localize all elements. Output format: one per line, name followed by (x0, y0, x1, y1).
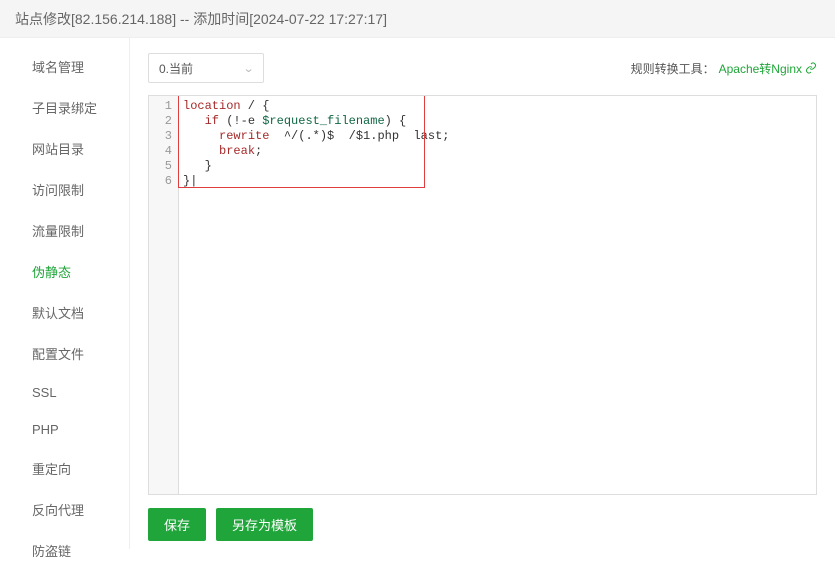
line-number: 2 (157, 114, 172, 129)
main-panel: 0.当前 ⌄ 规则转换工具： Apache转Nginx 123456 locat… (130, 38, 835, 549)
sidebar-item[interactable]: 流量限制 (0, 210, 129, 251)
save-button[interactable]: 保存 (148, 508, 206, 541)
convert-tool-link[interactable]: Apache转Nginx (719, 60, 817, 77)
sidebar: 域名管理子目录绑定网站目录访问限制流量限制伪静态默认文档配置文件 SSL PHP 重定… (0, 38, 130, 549)
code-line: location / { (183, 99, 812, 114)
sidebar-item[interactable]: 伪静态 (0, 251, 129, 292)
footer-buttons: 保存 另存为模板 (148, 508, 817, 541)
sidebar-item-label: 重定向 (32, 462, 71, 477)
line-number: 1 (157, 99, 172, 114)
sidebar-item-label: 网站目录 (32, 142, 84, 157)
line-number: 4 (157, 144, 172, 159)
sidebar-item[interactable]: 网站目录 (0, 128, 129, 169)
sidebar-item[interactable]: 访问限制 (0, 169, 129, 210)
code-line: break; (183, 144, 812, 159)
sidebar-item-label: PHP (32, 422, 59, 437)
sidebar-item[interactable]: 域名管理 (0, 46, 129, 87)
convert-tool: 规则转换工具： Apache转Nginx (631, 60, 817, 77)
code-line: if (!-e $request_filename) { (183, 114, 812, 129)
convert-tool-label: 规则转换工具： (631, 60, 715, 77)
dialog-header: 站点修改[82.156.214.188] -- 添加时间[2024-07-22 … (0, 0, 835, 38)
template-select[interactable]: 0.当前 ⌄ (148, 53, 264, 83)
sidebar-item-label: 域名管理 (32, 60, 84, 75)
sidebar-item-label: 伪静态 (32, 265, 71, 280)
code-line: rewrite ^/(.*)$ /$1.php last; (183, 129, 812, 144)
sidebar-item[interactable]: 子目录绑定 (0, 87, 129, 128)
sidebar-item-label: 访问限制 (32, 183, 84, 198)
dialog-title: 站点修改[82.156.214.188] -- 添加时间[2024-07-22 … (15, 9, 387, 29)
sidebar-item[interactable]: 重定向 (0, 448, 129, 489)
save-as-template-button[interactable]: 另存为模板 (216, 508, 313, 541)
code-line: }| (183, 174, 812, 189)
sidebar-item-label: 反向代理 (32, 503, 84, 518)
sidebar-item-label: 流量限制 (32, 224, 84, 239)
sidebar-item[interactable]: PHP (0, 411, 129, 448)
line-number: 3 (157, 129, 172, 144)
line-number: 6 (157, 174, 172, 189)
sidebar-item[interactable]: 防盗链 (0, 530, 129, 571)
sidebar-item[interactable]: 默认文档 (0, 292, 129, 333)
link-icon (805, 62, 817, 74)
convert-tool-link-text: Apache转Nginx (719, 60, 802, 77)
line-number: 5 (157, 159, 172, 174)
code-gutter: 123456 (149, 96, 179, 494)
sidebar-item-label: 子目录绑定 (32, 101, 97, 116)
code-editor[interactable]: 123456 location / { if (!-e $request_fil… (148, 95, 817, 495)
template-select-value: 0.当前 (159, 60, 193, 77)
chevron-down-icon: ⌄ (242, 62, 254, 75)
top-bar: 0.当前 ⌄ 规则转换工具： Apache转Nginx (148, 53, 817, 83)
sidebar-item-label: 防盗链 (32, 544, 71, 559)
code-area[interactable]: location / { if (!-e $request_filename) … (179, 96, 816, 494)
sidebar-item-label: 配置文件 (32, 347, 84, 362)
sidebar-item[interactable]: 配置文件 (0, 333, 129, 374)
sidebar-item-label: 默认文档 (32, 306, 84, 321)
sidebar-item-label: SSL (32, 385, 57, 400)
sidebar-item[interactable]: 反向代理 (0, 489, 129, 530)
code-line: } (183, 159, 812, 174)
sidebar-item[interactable]: SSL (0, 374, 129, 411)
